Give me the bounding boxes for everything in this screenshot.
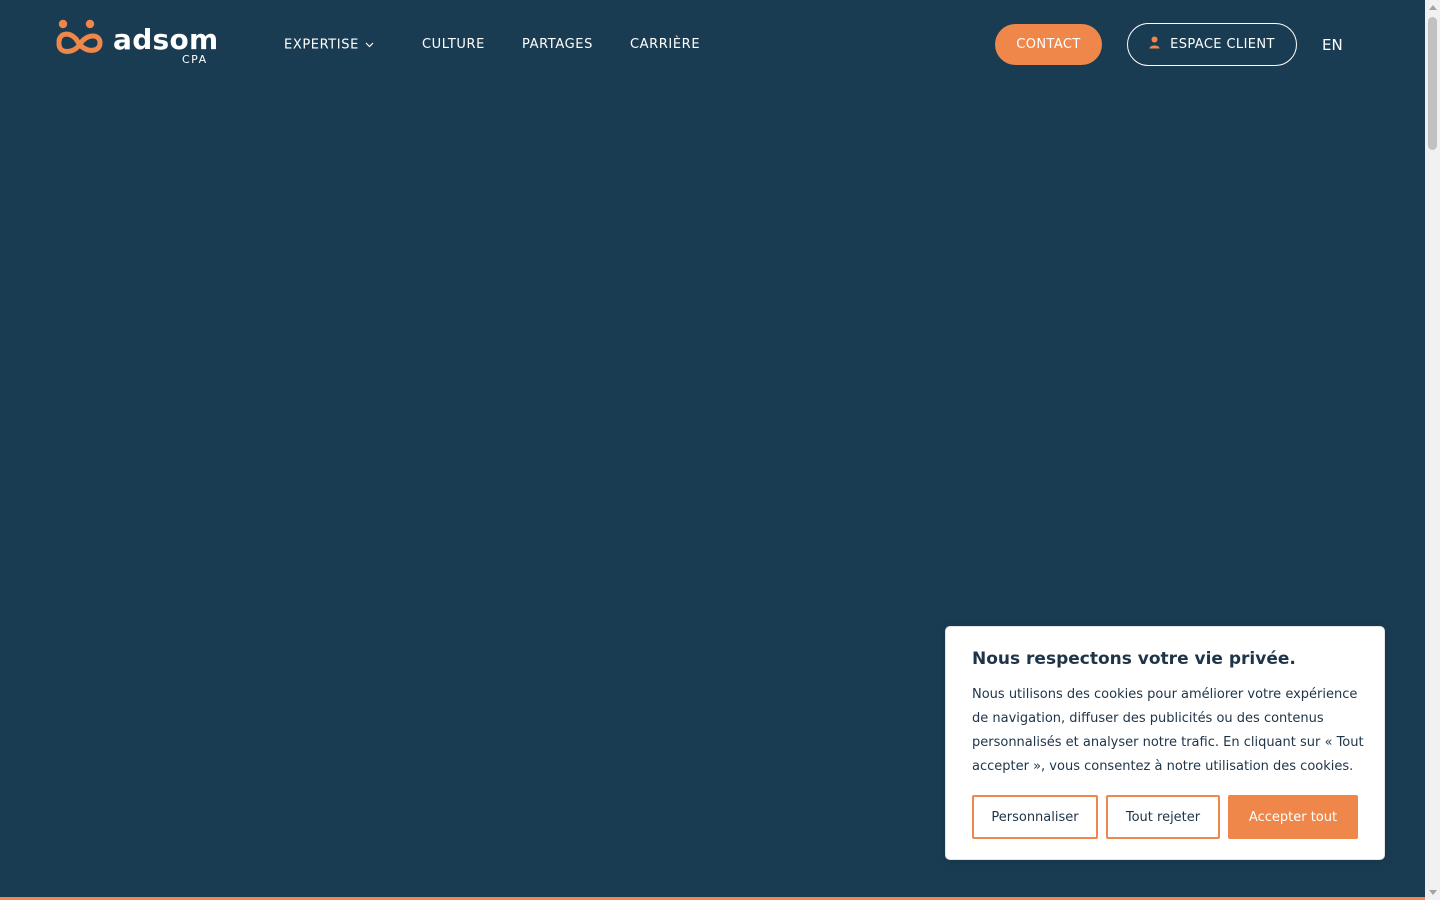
user-icon (1149, 36, 1160, 53)
scroll-down-arrow-icon[interactable] (1425, 885, 1440, 900)
adsom-logo-icon (56, 19, 103, 54)
cookie-text: Nous utilisons des cookies pour améliore… (972, 687, 1364, 774)
nav-item-partages[interactable]: PARTAGES (522, 36, 593, 54)
logo-link[interactable]: adsom CPA (56, 18, 218, 68)
customize-button[interactable]: Personnaliser (972, 795, 1098, 839)
client-space-button[interactable]: ESPACE CLIENT (1127, 23, 1297, 66)
site-header: adsom CPA EXPERTISE CULTURE PARTAGES CAR… (0, 0, 1425, 90)
reject-all-button[interactable]: Tout rejeter (1106, 795, 1220, 839)
scrollbar-thumb[interactable] (1428, 17, 1437, 150)
page-background: adsom CPA EXPERTISE CULTURE PARTAGES CAR… (0, 0, 1425, 900)
nav-item-carriere[interactable]: CARRIÈRE (630, 36, 700, 54)
chevron-down-icon (365, 36, 374, 54)
accept-all-button[interactable]: Accepter tout (1228, 795, 1358, 839)
cookie-banner: Nous respectons votre vie privée. Nous u… (945, 626, 1385, 860)
client-space-label: ESPACE CLIENT (1170, 37, 1275, 52)
language-switch[interactable]: EN (1322, 36, 1343, 54)
scroll-up-arrow-icon[interactable] (1425, 0, 1440, 15)
nav-item-expertise[interactable]: EXPERTISE (284, 36, 374, 55)
nav-item-culture[interactable]: CULTURE (422, 36, 485, 54)
logo-subtitle: CPA (182, 53, 208, 66)
nav-item-label: EXPERTISE (284, 37, 359, 53)
contact-button[interactable]: CONTACT (995, 24, 1102, 65)
logo-wordmark: adsom (113, 23, 219, 56)
page-scrollbar[interactable] (1425, 0, 1440, 900)
cookie-title: Nous respectons votre vie privée. (972, 649, 1296, 669)
